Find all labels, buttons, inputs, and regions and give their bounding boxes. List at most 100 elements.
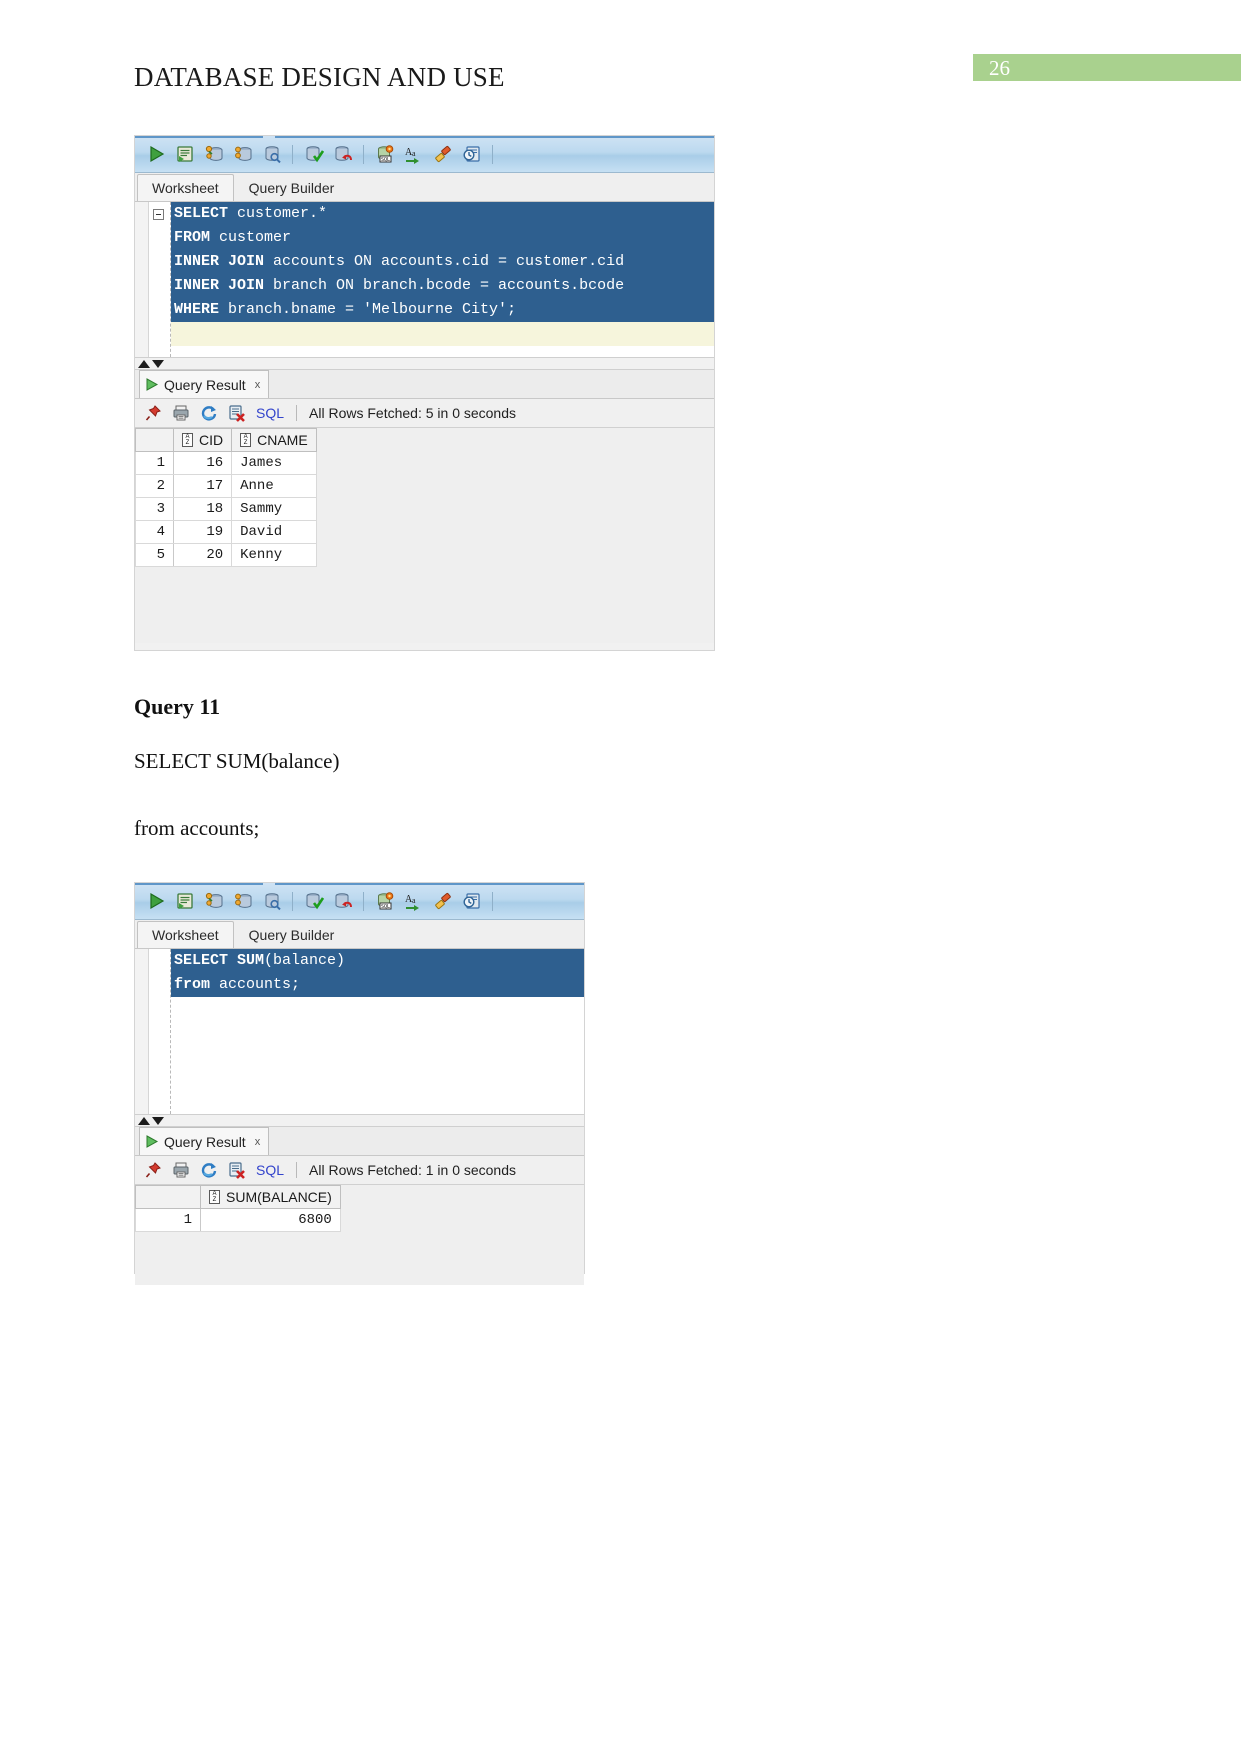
- result-toolbar: SQL All Rows Fetched: 1 in 0 seconds: [135, 1156, 584, 1185]
- cell-cid[interactable]: 19: [172, 520, 233, 544]
- sql-history-icon[interactable]: [257, 887, 286, 916]
- run-script-icon[interactable]: [170, 887, 199, 916]
- refresh-icon[interactable]: [198, 1159, 220, 1181]
- sql-label[interactable]: SQL: [256, 405, 284, 421]
- collapse-up-icon[interactable]: [138, 359, 150, 368]
- result-grid[interactable]: AZ SUM(BALANCE) 1 6800: [135, 1185, 341, 1232]
- run-statement-icon[interactable]: [141, 140, 170, 169]
- tab-query-result[interactable]: Query Result x: [139, 1127, 270, 1155]
- sql-history-icon[interactable]: [257, 140, 286, 169]
- sql-label[interactable]: SQL: [256, 1162, 284, 1178]
- svg-text:SQL: SQL: [380, 904, 389, 910]
- print-icon[interactable]: [170, 1159, 192, 1181]
- grid-column-label: CID: [199, 432, 224, 448]
- row-number: 2: [135, 474, 174, 498]
- sql-code-area[interactable]: SELECT SUM(balance) from accounts;: [171, 949, 584, 1114]
- cell-cid[interactable]: 20: [172, 543, 233, 567]
- code-line: WHERE branch.bname = 'Melbourne City';: [171, 298, 714, 322]
- cell-cname[interactable]: Kenny: [231, 543, 317, 567]
- autotrace-icon[interactable]: [228, 140, 257, 169]
- rollback-icon[interactable]: [328, 140, 357, 169]
- table-row[interactable]: 1 6800: [135, 1208, 341, 1232]
- grid-corner-header[interactable]: [135, 1185, 201, 1209]
- editor-result-splitter[interactable]: [135, 1114, 584, 1127]
- collapse-up-icon[interactable]: [138, 1116, 150, 1125]
- pin-icon[interactable]: [142, 1159, 164, 1181]
- collapse-down-icon[interactable]: [152, 1116, 164, 1125]
- collapse-down-icon[interactable]: [152, 359, 164, 368]
- cell-cid[interactable]: 17: [172, 474, 233, 498]
- run-icon: [146, 378, 159, 391]
- grid-corner-header[interactable]: [135, 428, 174, 452]
- pin-icon[interactable]: [142, 402, 164, 424]
- result-grid-wrap: AZ SUM(BALANCE) 1 6800: [135, 1185, 584, 1285]
- caret-line: [171, 322, 714, 346]
- format-sql-icon[interactable]: Aa: [399, 887, 428, 916]
- unshared-sql-worksheet-icon[interactable]: SQL: [370, 887, 399, 916]
- commit-icon[interactable]: [299, 140, 328, 169]
- query-history-icon[interactable]: [457, 140, 486, 169]
- clear-icon[interactable]: [428, 887, 457, 916]
- table-row[interactable]: 5 20 Kenny: [135, 543, 317, 567]
- cell-cname[interactable]: James: [231, 451, 317, 475]
- cell-cname[interactable]: Anne: [231, 474, 317, 498]
- cell-cid[interactable]: 18: [172, 497, 233, 521]
- editor-fold-column[interactable]: [149, 202, 171, 357]
- collapse-block-icon[interactable]: [153, 209, 164, 220]
- code-line: SELECT customer.*: [171, 202, 714, 226]
- cell-sum-balance[interactable]: 6800: [200, 1208, 341, 1232]
- run-script-icon[interactable]: [170, 140, 199, 169]
- refresh-icon[interactable]: [198, 402, 220, 424]
- page-number-badge: 26: [973, 54, 1241, 81]
- editor-empty-area[interactable]: [171, 997, 584, 1107]
- sql-developer-window-query10: SQL Aa Worksheet Query Builder SELECT cu…: [134, 135, 715, 651]
- run-statement-icon[interactable]: [141, 887, 170, 916]
- grid-header-row: AZ SUM(BALANCE): [135, 1185, 341, 1209]
- worksheet-tabstrip: Worksheet Query Builder: [135, 920, 584, 949]
- sql-editor[interactable]: SELECT customer.* FROM customer INNER JO…: [135, 202, 714, 357]
- print-icon[interactable]: [170, 402, 192, 424]
- cell-cid[interactable]: 16: [172, 451, 233, 475]
- explain-plan-icon[interactable]: [199, 140, 228, 169]
- grid-column-header-cid[interactable]: AZ CID: [172, 428, 233, 452]
- commit-icon[interactable]: [299, 887, 328, 916]
- sql-code-area[interactable]: SELECT customer.* FROM customer INNER JO…: [171, 202, 714, 357]
- grid-column-header-cname[interactable]: AZ CNAME: [231, 428, 317, 452]
- explain-plan-icon[interactable]: [199, 887, 228, 916]
- page-header: DATABASE DESIGN AND USE 26: [0, 0, 1241, 120]
- result-tabstrip: Query Result x: [135, 370, 714, 399]
- table-row[interactable]: 4 19 David: [135, 520, 317, 544]
- sort-az-icon: AZ: [209, 1190, 220, 1204]
- sql-editor[interactable]: SELECT SUM(balance) from accounts;: [135, 949, 584, 1114]
- grid-column-header-sum-balance[interactable]: AZ SUM(BALANCE): [200, 1185, 341, 1209]
- cancel-icon[interactable]: [226, 1159, 248, 1181]
- table-row[interactable]: 3 18 Sammy: [135, 497, 317, 521]
- row-number: 1: [135, 451, 174, 475]
- page-title: DATABASE DESIGN AND USE: [134, 62, 505, 92]
- rollback-icon[interactable]: [328, 887, 357, 916]
- sort-az-icon: AZ: [182, 433, 193, 447]
- editor-result-splitter[interactable]: [135, 357, 714, 370]
- query-history-icon[interactable]: [457, 887, 486, 916]
- cancel-icon[interactable]: [226, 402, 248, 424]
- tab-query-builder[interactable]: Query Builder: [234, 921, 350, 948]
- tab-query-result[interactable]: Query Result x: [139, 370, 270, 398]
- clear-icon[interactable]: [428, 140, 457, 169]
- tab-worksheet[interactable]: Worksheet: [137, 174, 234, 201]
- fetch-status: All Rows Fetched: 1 in 0 seconds: [309, 1162, 517, 1178]
- table-row[interactable]: 1 16 James: [135, 451, 317, 475]
- cell-cname[interactable]: Sammy: [231, 497, 317, 521]
- tab-worksheet[interactable]: Worksheet: [137, 921, 234, 948]
- tab-query-builder[interactable]: Query Builder: [234, 174, 350, 201]
- cell-cname[interactable]: David: [231, 520, 317, 544]
- table-row[interactable]: 2 17 Anne: [135, 474, 317, 498]
- close-icon[interactable]: x: [255, 1136, 261, 1148]
- unshared-sql-worksheet-icon[interactable]: SQL: [370, 140, 399, 169]
- result-grid[interactable]: AZ CID AZ CNAME 1 16 James 2 17 Anne 3 1…: [135, 428, 317, 567]
- autotrace-icon[interactable]: [228, 887, 257, 916]
- editor-fold-column[interactable]: [149, 949, 171, 1114]
- grid-header-row: AZ CID AZ CNAME: [135, 428, 317, 452]
- close-icon[interactable]: x: [255, 379, 261, 391]
- format-sql-icon[interactable]: Aa: [399, 140, 428, 169]
- code-line: INNER JOIN accounts ON accounts.cid = cu…: [171, 250, 714, 274]
